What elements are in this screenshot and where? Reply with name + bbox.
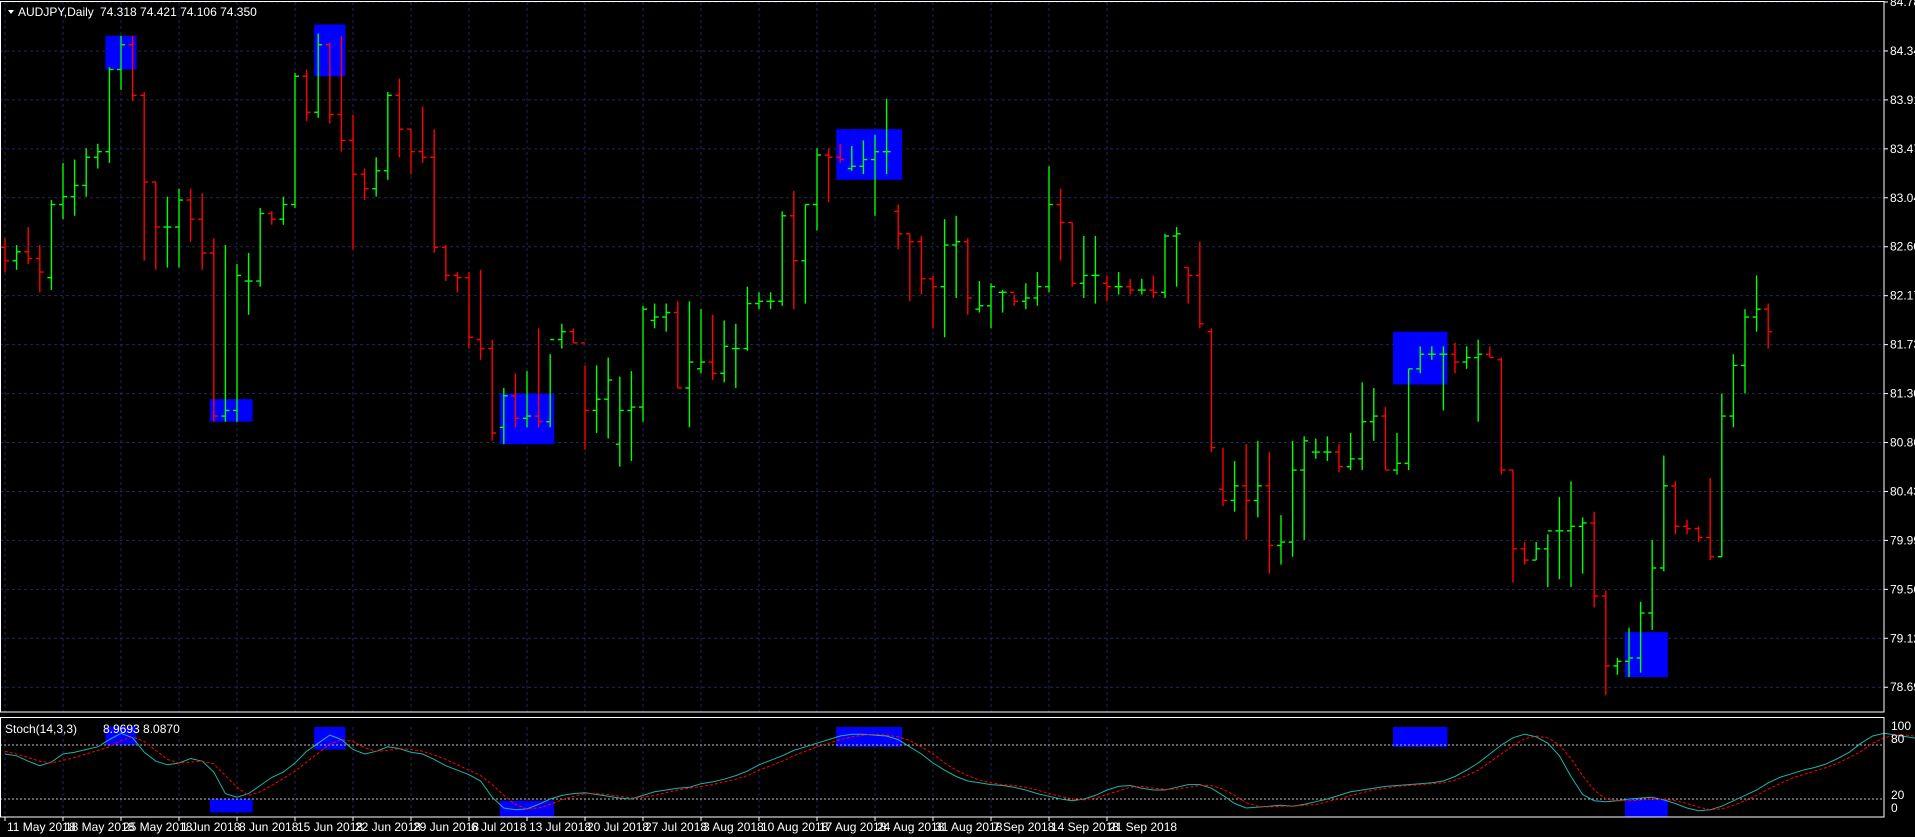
symbol-title: AUDJPY,Daily <box>18 5 94 19</box>
ohlc-values: 74.318 74.421 74.106 74.350 <box>100 5 257 19</box>
time-tick-label: 6 Jul 2018 <box>471 820 527 834</box>
chart-background <box>0 0 1915 837</box>
indicator-title: Stoch(14,3,3) <box>5 722 77 736</box>
time-tick-label: 7 Sep 2018 <box>993 820 1055 834</box>
price-tick-label: 84.345 <box>1890 44 1915 58</box>
price-tick-label: 82.170 <box>1890 289 1915 303</box>
stoch-level-0: 0 <box>1891 801 1898 815</box>
price-tick-label: 83.910 <box>1890 93 1915 107</box>
price-tick-label: 79.995 <box>1890 533 1915 547</box>
stoch-level-80: 80 <box>1891 732 1905 746</box>
stoch-highlight-zone <box>836 727 903 747</box>
time-tick-label: 1 Jun 2018 <box>181 820 241 834</box>
time-axis[interactable]: 11 May 201818 May 201825 May 20181 Jun 2… <box>4 817 1177 834</box>
stoch-highlight-zone <box>1625 799 1668 817</box>
price-tick-label: 82.605 <box>1890 240 1915 254</box>
price-tick-label: 81.735 <box>1890 338 1915 352</box>
chart-canvas[interactable]: 84.780 84.345 83.910 83.475 83.040 82.605 82.1… <box>0 0 1915 837</box>
highlight-zone <box>209 399 253 422</box>
indicator-values: 8.9693 8.0870 <box>103 722 180 736</box>
price-tick-label: 78.690 <box>1890 680 1915 694</box>
time-tick-label: 29 Jun 2018 <box>413 820 479 834</box>
time-tick-label: 3 Aug 2018 <box>703 820 764 834</box>
stoch-highlight-zone <box>209 799 253 813</box>
price-tick-label: 79.560 <box>1890 582 1915 596</box>
time-tick-label: 15 Jun 2018 <box>297 820 363 834</box>
stoch-level-100: 100 <box>1891 719 1911 733</box>
price-tick-label: 80.430 <box>1890 484 1915 498</box>
stoch-highlight-zone <box>1393 727 1448 747</box>
highlight-zone <box>1625 632 1668 678</box>
highlight-zone <box>836 129 903 180</box>
time-tick-label: 21 Sep 2018 <box>1109 820 1177 834</box>
time-tick-label: 20 Jul 2018 <box>587 820 649 834</box>
time-tick-label: 13 Jul 2018 <box>529 820 591 834</box>
time-tick-label: 27 Jul 2018 <box>645 820 707 834</box>
price-tick-label: 84.780 <box>1890 0 1915 9</box>
stoch-highlight-zone <box>314 727 346 750</box>
time-tick-label: 22 Jun 2018 <box>355 820 421 834</box>
price-tick-label: 81.300 <box>1890 387 1915 401</box>
price-tick-label: 79.125 <box>1890 631 1915 645</box>
time-tick-label: 8 Jun 2018 <box>239 820 299 834</box>
price-tick-label: 83.040 <box>1890 191 1915 205</box>
stoch-level-20: 20 <box>1891 788 1905 802</box>
price-tick-label: 83.475 <box>1890 142 1915 156</box>
price-tick-label: 80.865 <box>1890 436 1915 450</box>
